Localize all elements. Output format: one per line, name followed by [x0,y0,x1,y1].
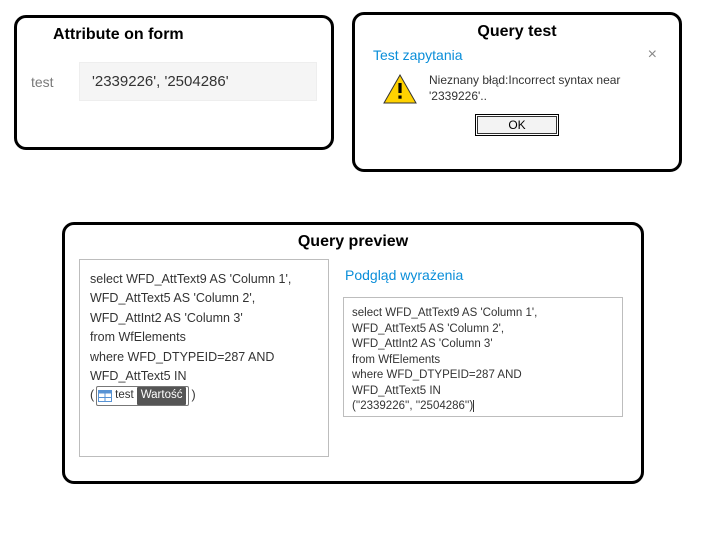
open-paren: ( [90,386,94,405]
expression-preview-title: Podgląd wyrażenia [345,267,623,283]
dialog-title: Test zapytania [373,47,463,63]
panel-title: Query preview [79,233,627,251]
attribute-row: test '2339226', '2504286' [31,62,317,101]
expression-preview-box[interactable]: select WFD_AttText9 AS 'Column 1', WFD_A… [343,297,623,417]
panel-title: Attribute on form [31,26,317,44]
query-preview-columns: select WFD_AttText9 AS 'Column 1', WFD_A… [79,259,627,457]
attribute-on-form-panel: Attribute on form test '2339226', '25042… [14,15,334,150]
query-test-panel: Query test Test zapytania × Nieznany błą… [352,12,682,172]
attribute-value-input[interactable]: '2339226', '2504286' [79,62,317,101]
code-line: from WfElements [90,328,318,347]
code-line-with-chip: ( test Wartość ) [90,386,318,406]
code-line: WFD_AttText5 IN [90,367,318,386]
close-paren: ) [191,386,195,405]
table-icon [98,390,112,402]
expression-preview-column: Podgląd wyrażenia select WFD_AttText9 AS… [329,259,627,457]
code-line: WFD_AttText5 AS 'Column 2', [90,289,318,308]
query-preview-panel: Query preview select WFD_AttText9 AS 'Co… [62,222,644,484]
chip-label: test [115,387,134,405]
dialog-footer: OK [369,116,665,134]
code-line: where WFD_DTYPEID=287 AND [90,348,318,367]
close-icon[interactable]: × [644,47,661,63]
dialog-message: Nieznany błąd:Incorrect syntax near '233… [429,73,657,104]
ok-button[interactable]: OK [477,116,557,134]
dialog-header: Test zapytania × [369,45,665,69]
code-line: select WFD_AttText9 AS 'Column 1', [90,270,318,289]
expression-preview-text: select WFD_AttText9 AS 'Column 1', WFD_A… [352,307,537,412]
panel-title: Query test [369,23,665,41]
text-caret [473,400,474,412]
chip-value: Wartość [137,387,187,405]
attribute-label: test [31,74,65,90]
dialog-body: Nieznany błąd:Incorrect syntax near '233… [369,69,665,114]
warning-icon [383,74,417,104]
query-editor[interactable]: select WFD_AttText9 AS 'Column 1', WFD_A… [79,259,329,457]
code-line: WFD_AttInt2 AS 'Column 3' [90,309,318,328]
variable-chip[interactable]: test Wartość [96,386,189,406]
